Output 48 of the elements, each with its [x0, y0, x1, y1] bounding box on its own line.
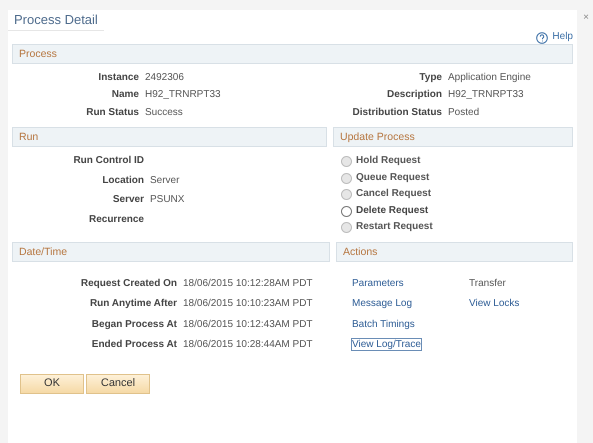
ok-button[interactable]: OK — [20, 374, 84, 394]
field-label: Ended Process At — [90, 339, 177, 352]
field-label: Recurrence — [88, 214, 144, 226]
field-label: Description — [386, 89, 442, 102]
action-link[interactable]: Message Log — [352, 298, 412, 310]
field-value: 18/06/2015 10:12:43AM PDT — [183, 318, 314, 332]
action-link[interactable]: Batch Timings — [352, 318, 415, 330]
field-value: Server — [150, 174, 180, 188]
field-value: 2492306 — [145, 72, 185, 84]
field-label: Instance — [97, 72, 139, 84]
cancel-button[interactable]: Cancel — [86, 374, 150, 394]
field-label: Began Process At — [90, 318, 177, 332]
window-title: Process Detail — [8, 10, 104, 32]
field-value: Success — [145, 106, 184, 120]
field-value: H92_TRNRPT33 — [448, 89, 525, 102]
section-header: Run — [12, 127, 327, 148]
field-label: Server — [112, 194, 144, 207]
section-header: Update Process — [333, 127, 573, 148]
field-label: Run Status — [85, 106, 139, 120]
field-label: Name — [110, 89, 139, 102]
field-label: Location — [101, 174, 144, 188]
field-label: Type — [418, 72, 442, 84]
action-link[interactable]: View Log/Trace — [352, 339, 421, 350]
help-link[interactable]: Help — [536, 31, 573, 44]
field-value: Application Engine — [448, 72, 531, 84]
help-icon — [536, 32, 548, 44]
field-label: Distribution Status — [352, 106, 442, 120]
field-value: 18/06/2015 10:10:23AM PDT — [183, 298, 314, 311]
radio-label: Queue Request — [356, 172, 430, 184]
action-link[interactable]: View Locks — [469, 298, 520, 310]
field-value: 18/06/2015 10:28:44AM PDT — [183, 339, 314, 352]
field-label: Run Control ID — [72, 155, 144, 168]
field-label: Run Anytime After — [88, 298, 177, 311]
action-text: Transfer — [469, 278, 506, 289]
radio-label: Hold Request — [356, 155, 420, 168]
field-value: H92_TRNRPT33 — [145, 89, 222, 102]
radio-label: Cancel Request — [356, 188, 432, 201]
field-value: 18/06/2015 10:12:28AM PDT — [183, 278, 314, 290]
section-header: Date/Time — [12, 242, 330, 262]
field-value: PSUNX — [150, 194, 186, 207]
field-label: Request Created On — [80, 278, 177, 290]
section-header: Actions — [336, 242, 573, 262]
radio-button[interactable] — [341, 206, 352, 216]
action-link[interactable]: Parameters — [352, 278, 404, 289]
radio-label: Restart Request — [356, 221, 433, 234]
section-header: Process — [12, 44, 573, 64]
radio-label: Delete Request — [356, 204, 428, 218]
field-value: Posted — [448, 106, 480, 120]
